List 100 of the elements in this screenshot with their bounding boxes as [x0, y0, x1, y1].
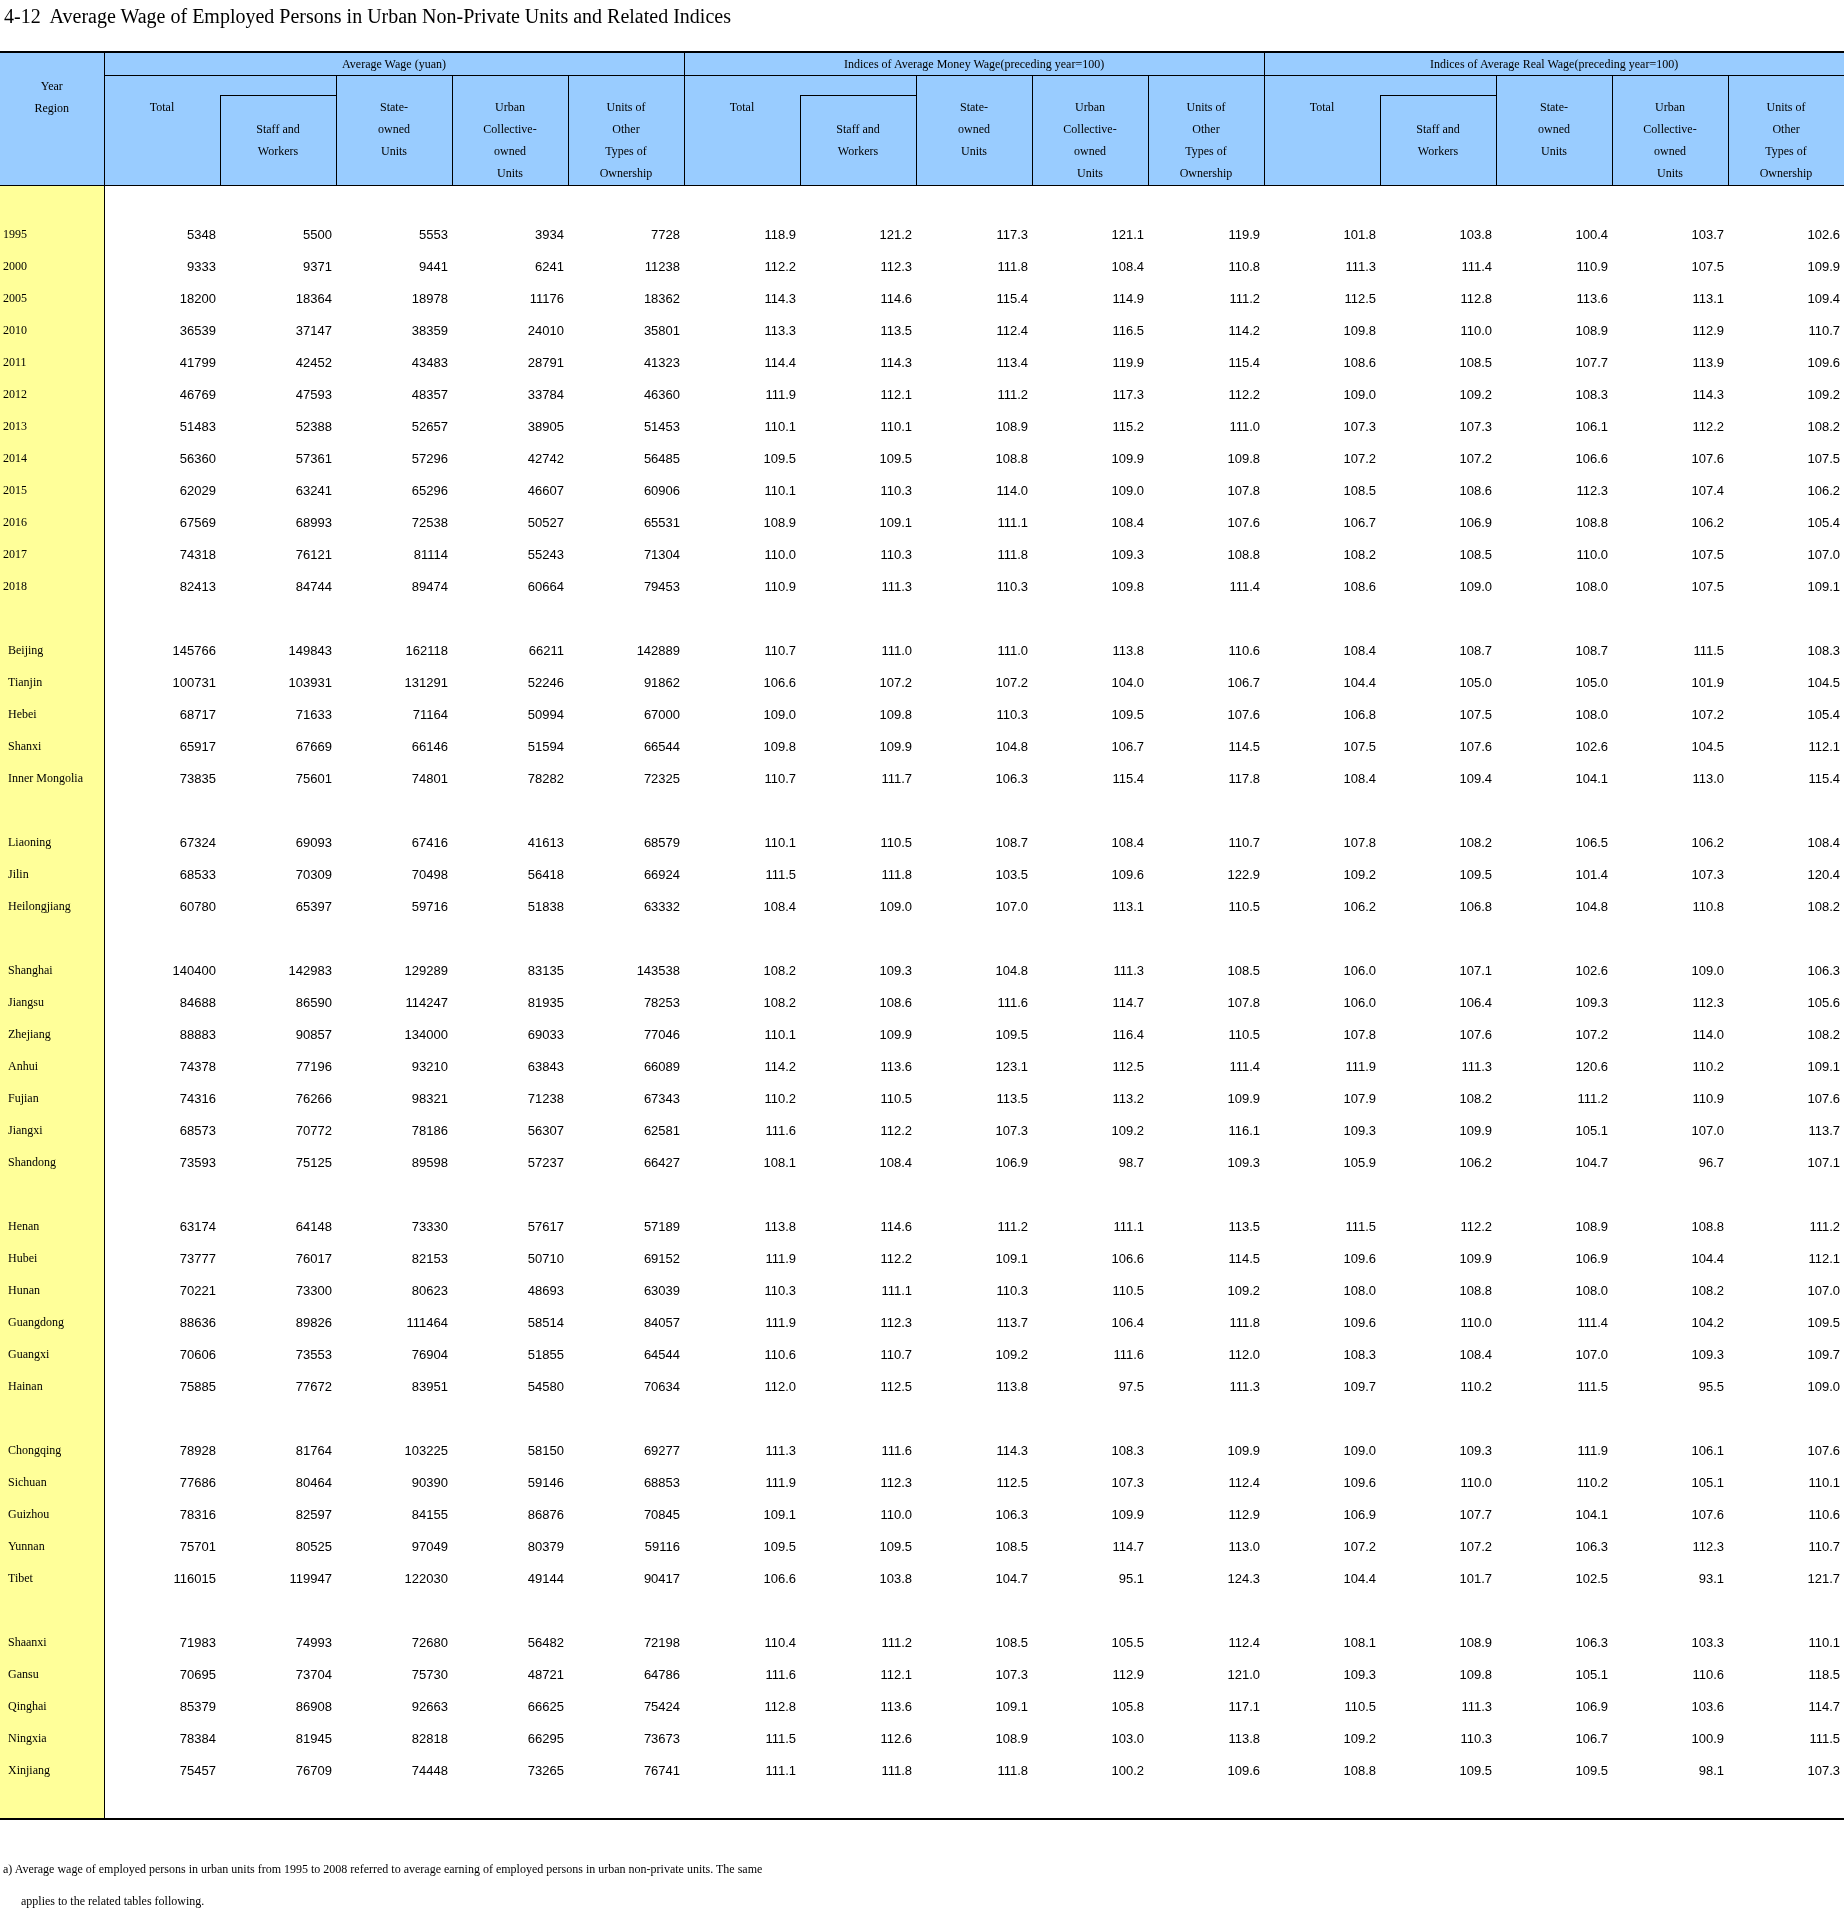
table-cell: 109.2: [1111, 1122, 1145, 1138]
table-cell: 143538: [636, 962, 681, 978]
table-cell: 90417: [643, 1570, 681, 1586]
row-header: Zhejiang: [8, 1026, 51, 1042]
table-cell: 106.6: [1575, 450, 1609, 466]
column-header: State- owned Units: [378, 99, 410, 160]
table-cell: 64148: [295, 1218, 332, 1234]
table-cell: 112.2: [880, 1250, 913, 1266]
table-cell: 7728: [651, 226, 681, 242]
table-cell: 107.0: [1807, 546, 1841, 562]
table-cell: 41799: [179, 354, 216, 370]
table-cell: 112.6: [880, 1730, 913, 1746]
table-cell: 105.4: [1807, 514, 1841, 530]
table-cell: 107.0: [1575, 1346, 1609, 1362]
table-cell: 9333: [187, 258, 216, 274]
row-header: 2013: [3, 418, 27, 434]
table-cell: 35801: [643, 322, 681, 338]
table-cell: 111.6: [765, 1666, 797, 1682]
table-cell: 9441: [419, 258, 448, 274]
table-cell: 76741: [643, 1762, 681, 1778]
table-cell: 106.2: [1807, 482, 1841, 498]
table-cell: 113.8: [1112, 642, 1145, 658]
table-cell: 106.2: [1343, 898, 1377, 914]
table-cell: 109.5: [763, 450, 797, 466]
table-cell: 111.2: [1577, 1090, 1609, 1106]
table-cell: 65531: [643, 514, 681, 530]
table-cell: 78186: [411, 1122, 448, 1138]
table-cell: 58150: [527, 1442, 564, 1458]
table-cell: 113.3: [764, 322, 797, 338]
table-cell: 113.6: [880, 1058, 913, 1074]
table-cell: 51483: [179, 418, 216, 434]
table-cell: 66295: [527, 1730, 564, 1746]
table-cell: 18362: [643, 290, 681, 306]
table-cell: 111464: [406, 1314, 448, 1330]
table-cell: 108.9: [1575, 1218, 1609, 1234]
table-cell: 79453: [643, 578, 681, 594]
table-cell: 107.2: [1459, 450, 1493, 466]
table-cell: 118.5: [1808, 1666, 1841, 1682]
table-cell: 88636: [179, 1314, 216, 1330]
table-cell: 108.7: [995, 834, 1029, 850]
table-cell: 43483: [411, 354, 448, 370]
table-cell: 111.5: [1577, 1378, 1609, 1394]
table-cell: 103.3: [1691, 1634, 1725, 1650]
table-cell: 106.6: [1111, 1250, 1145, 1266]
table-cell: 107.6: [1691, 1506, 1725, 1522]
table-cell: 104.2: [1691, 1314, 1725, 1330]
row-header: Guangxi: [8, 1346, 50, 1362]
table-cell: 108.3: [1343, 1346, 1377, 1362]
table-cell: 73300: [295, 1282, 332, 1298]
table-cell: 110.5: [880, 834, 913, 850]
table-cell: 107.2: [995, 674, 1029, 690]
table-cell: 110.9: [1576, 258, 1609, 274]
table-cell: 114.3: [880, 354, 913, 370]
table-cell: 83135: [527, 962, 564, 978]
table-cell: 114.6: [880, 290, 913, 306]
table-cell: 112.3: [1576, 482, 1609, 498]
table-cell: 109.2: [1807, 386, 1841, 402]
row-header: Liaoning: [8, 834, 52, 850]
table-cell: 51855: [527, 1346, 564, 1362]
table-cell: 103.7: [1691, 226, 1725, 242]
table-cell: 111.8: [1229, 1314, 1261, 1330]
table-cell: 76904: [411, 1346, 448, 1362]
table-cell: 113.2: [1112, 1090, 1145, 1106]
table-cell: 113.6: [880, 1698, 913, 1714]
table-cell: 65917: [179, 738, 216, 754]
table-cell: 72538: [411, 514, 448, 530]
table-cell: 105.5: [1111, 1634, 1145, 1650]
table-cell: 109.9: [879, 738, 913, 754]
table-cell: 102.6: [1807, 226, 1841, 242]
table-cell: 63039: [643, 1282, 681, 1298]
table-cell: 111.8: [881, 1762, 913, 1778]
table-cell: 100.4: [1575, 226, 1609, 242]
table-cell: 109.7: [1807, 1346, 1841, 1362]
table-cell: 107.6: [1807, 1090, 1841, 1106]
table-cell: 107.6: [1691, 450, 1725, 466]
table-cell: 119.9: [1112, 354, 1145, 370]
table-cell: 42742: [527, 450, 564, 466]
table-cell: 101.9: [1691, 674, 1725, 690]
table-cell: 11238: [644, 258, 681, 274]
table-cell: 112.2: [1692, 418, 1725, 434]
table-cell: 46607: [527, 482, 564, 498]
table-cell: 104.5: [1807, 674, 1841, 690]
table-cell: 109.2: [995, 1346, 1029, 1362]
table-cell: 114.7: [1112, 1538, 1145, 1554]
table-cell: 107.6: [1227, 706, 1261, 722]
table-cell: 28791: [527, 354, 564, 370]
table-cell: 69277: [643, 1442, 681, 1458]
row-header: 2012: [3, 386, 27, 402]
table-cell: 106.2: [1459, 1154, 1493, 1170]
table-cell: 3934: [535, 226, 564, 242]
table-cell: 113.5: [880, 322, 913, 338]
table-cell: 116.5: [1112, 322, 1145, 338]
table-cell: 107.3: [995, 1122, 1029, 1138]
table-cell: 57296: [411, 450, 448, 466]
table-cell: 111.0: [997, 642, 1029, 658]
column-header: Urban Collective- owned Units: [483, 99, 537, 182]
table-cell: 109.6: [1807, 354, 1841, 370]
table-cell: 110.3: [996, 1282, 1029, 1298]
table-cell: 5553: [419, 226, 448, 242]
table-cell: 110.1: [764, 418, 797, 434]
